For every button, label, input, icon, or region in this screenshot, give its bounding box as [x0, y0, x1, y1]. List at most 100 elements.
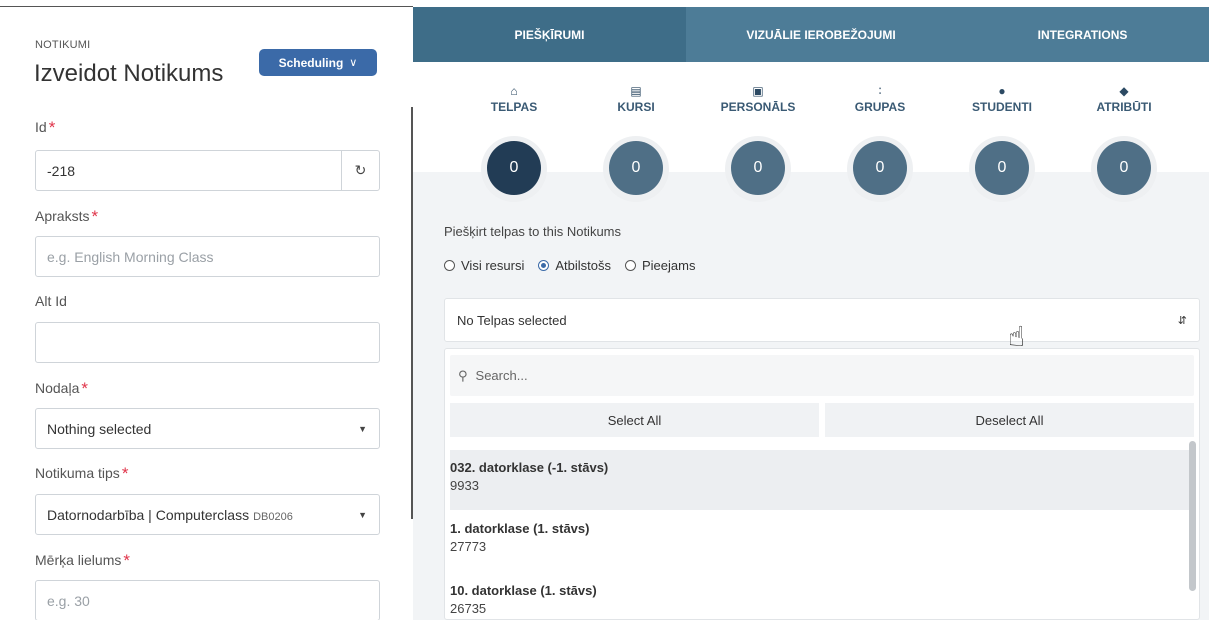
option-code: 27773: [450, 539, 487, 554]
radio-button[interactable]: [538, 260, 550, 271]
select-all-button[interactable]: Select All: [450, 403, 819, 437]
id-label: Id *: [35, 118, 55, 138]
nodala-value: Nothing selected: [47, 420, 152, 437]
option-code: 9933: [450, 478, 479, 493]
resource-studenti[interactable]: ● STUDENTI 0: [947, 84, 1057, 202]
radio-label: Atbilstošs: [555, 258, 611, 273]
apraksts-label: Apraksts *: [35, 207, 98, 227]
option-code: 26735: [450, 601, 487, 616]
resource-label: STUDENTI: [972, 100, 1032, 114]
document-icon: ▤: [630, 84, 642, 98]
resource-count: 0: [1097, 141, 1151, 195]
telpas-select[interactable]: No Telpas selected ⇵: [444, 298, 1200, 342]
radio-atbilstoss[interactable]: Atbilstošs: [538, 258, 611, 273]
resource-count: 0: [975, 141, 1029, 195]
option-name: 032. datorklase (-1. stāvs): [450, 460, 609, 475]
alt-id-label-text: Alt Id: [35, 293, 67, 309]
merka-lielums-label: Mērķa lielums *: [35, 551, 130, 571]
id-label-text: Id: [35, 119, 47, 135]
hand-pointer-icon: ☝: [1008, 321, 1026, 352]
radio-label: Visi resursi: [461, 258, 525, 273]
deselect-all-button[interactable]: Deselect All: [825, 403, 1194, 437]
scrollbar-thumb[interactable]: [1189, 441, 1196, 591]
radio-pieejams[interactable]: Pieejams: [624, 258, 696, 273]
tab-bar: PIEŠĶĪRUMI VIZUĀLIE IEROBEŽOJUMI INTEGRA…: [413, 7, 1209, 62]
search-placeholder: Search...: [475, 368, 528, 383]
tag-icon: ◆: [1119, 84, 1129, 98]
id-card-icon: ▣: [752, 84, 764, 98]
radio-label: Pieejams: [641, 258, 696, 273]
caret-down-icon: ▼: [358, 423, 367, 434]
nodala-label-text: Nodaļa: [35, 380, 80, 396]
page-title: Izveidot Notikums: [34, 60, 224, 87]
sort-arrows-icon: ⇵: [1177, 314, 1187, 327]
search-icon: ⚲: [458, 367, 468, 383]
notikuma-tips-selection: Datornodarbība | Computerclass DB0206: [47, 507, 293, 523]
dropdown-search[interactable]: ⚲ Search...: [450, 355, 1194, 396]
option-name: 10. datorklase (1. stāvs): [450, 583, 597, 598]
event-form-panel: NOTIKUMI Izveidot Notikums Scheduling ∨ …: [0, 0, 413, 620]
apraksts-input[interactable]: e.g. English Morning Class: [35, 236, 380, 277]
required-marker: *: [91, 207, 99, 226]
merka-lielums-input[interactable]: e.g. 30: [35, 580, 380, 620]
list-item[interactable]: 10. datorklase (1. stāvs) 26735: [450, 573, 1190, 620]
resource-label: TELPAS: [490, 100, 538, 114]
nodala-label: Nodaļa *: [35, 379, 88, 399]
filter-radio-group: Visi resursi Atbilstošs Pieejams: [444, 258, 695, 273]
notikuma-tips-value: Datornodarbība | Computerclass: [47, 506, 250, 523]
list-item[interactable]: 032. datorklase (-1. stāvs) 9933: [450, 450, 1190, 510]
merka-lielums-label-text: Mērķa lielums: [35, 552, 122, 568]
dropdown-scrollbar[interactable]: [1189, 439, 1197, 619]
id-value: -218: [47, 162, 76, 179]
breadcrumb[interactable]: NOTIKUMI: [35, 39, 90, 51]
chevron-down-icon: ∨: [349, 57, 358, 69]
radio-visi-resursi[interactable]: Visi resursi: [444, 258, 524, 273]
required-marker: *: [123, 551, 130, 570]
telpas-dropdown: ⚲ Search... Select All Deselect All 032.…: [444, 348, 1200, 620]
apraksts-label-text: Apraksts: [35, 208, 90, 224]
nodala-select[interactable]: Nothing selected ▼: [35, 408, 380, 449]
apraksts-placeholder: e.g. English Morning Class: [47, 248, 214, 265]
required-marker: *: [48, 118, 56, 137]
resource-count: 0: [609, 141, 663, 195]
required-marker: *: [81, 379, 88, 398]
resource-kursi[interactable]: ▤ KURSI 0: [581, 84, 691, 202]
notikuma-tips-label-text: Notikuma tips: [35, 465, 120, 481]
tab-integrations[interactable]: INTEGRATIONS: [956, 7, 1209, 62]
notikuma-tips-code: DB0206: [253, 510, 293, 523]
resource-label: KURSI: [617, 100, 655, 114]
assign-label: Piešķirt telpas to this Notikums: [444, 224, 622, 239]
notikuma-tips-label: Notikuma tips *: [35, 464, 128, 484]
tab-vizualie-ierobezojumi[interactable]: VIZUĀLIE IEROBEŽOJUMI: [686, 7, 956, 62]
top-divider: [0, 6, 413, 7]
required-marker: *: [121, 464, 129, 483]
alt-id-input[interactable]: [35, 322, 380, 363]
resource-label: GRUPAS: [854, 100, 906, 114]
notikuma-tips-select[interactable]: Datornodarbība | Computerclass DB0206 ▼: [35, 494, 380, 535]
option-name: 1. datorklase (1. stāvs): [450, 521, 590, 536]
radio-button[interactable]: [444, 260, 455, 271]
user-icon: ●: [998, 84, 1006, 98]
alt-id-label: Alt Id: [35, 293, 67, 309]
resource-label: ATRIBŪTI: [1096, 100, 1152, 114]
resource-count: 0: [853, 141, 907, 195]
radio-button[interactable]: [624, 260, 636, 271]
users-icon: ∶: [878, 84, 882, 98]
resources-panel: PIEŠĶĪRUMI VIZUĀLIE IEROBEŽOJUMI INTEGRA…: [413, 0, 1209, 620]
caret-down-icon: ▼: [358, 509, 367, 520]
id-field[interactable]: -218 ↻: [35, 150, 380, 191]
resource-count: 0: [731, 141, 785, 195]
tab-piesķirumi[interactable]: PIEŠĶĪRUMI: [413, 7, 686, 62]
refresh-icon[interactable]: ↻: [341, 151, 379, 190]
scheduling-button[interactable]: Scheduling ∨: [259, 49, 377, 76]
resource-personals[interactable]: ▣ PERSONĀLS 0: [703, 84, 813, 202]
resource-telpas[interactable]: ⌂ TELPAS 0: [459, 84, 569, 202]
resource-atributi[interactable]: ◆ ATRIBŪTI 0: [1069, 84, 1179, 202]
merka-lielums-placeholder: e.g. 30: [47, 592, 90, 609]
list-item[interactable]: 1. datorklase (1. stāvs) 27773: [450, 511, 1190, 571]
top-strip: [413, 0, 1209, 7]
resource-grupas[interactable]: ∶ GRUPAS 0: [825, 84, 935, 202]
telpas-select-text: No Telpas selected: [457, 312, 567, 328]
resource-label: PERSONĀLS: [720, 100, 796, 114]
resource-count: 0: [487, 141, 541, 195]
